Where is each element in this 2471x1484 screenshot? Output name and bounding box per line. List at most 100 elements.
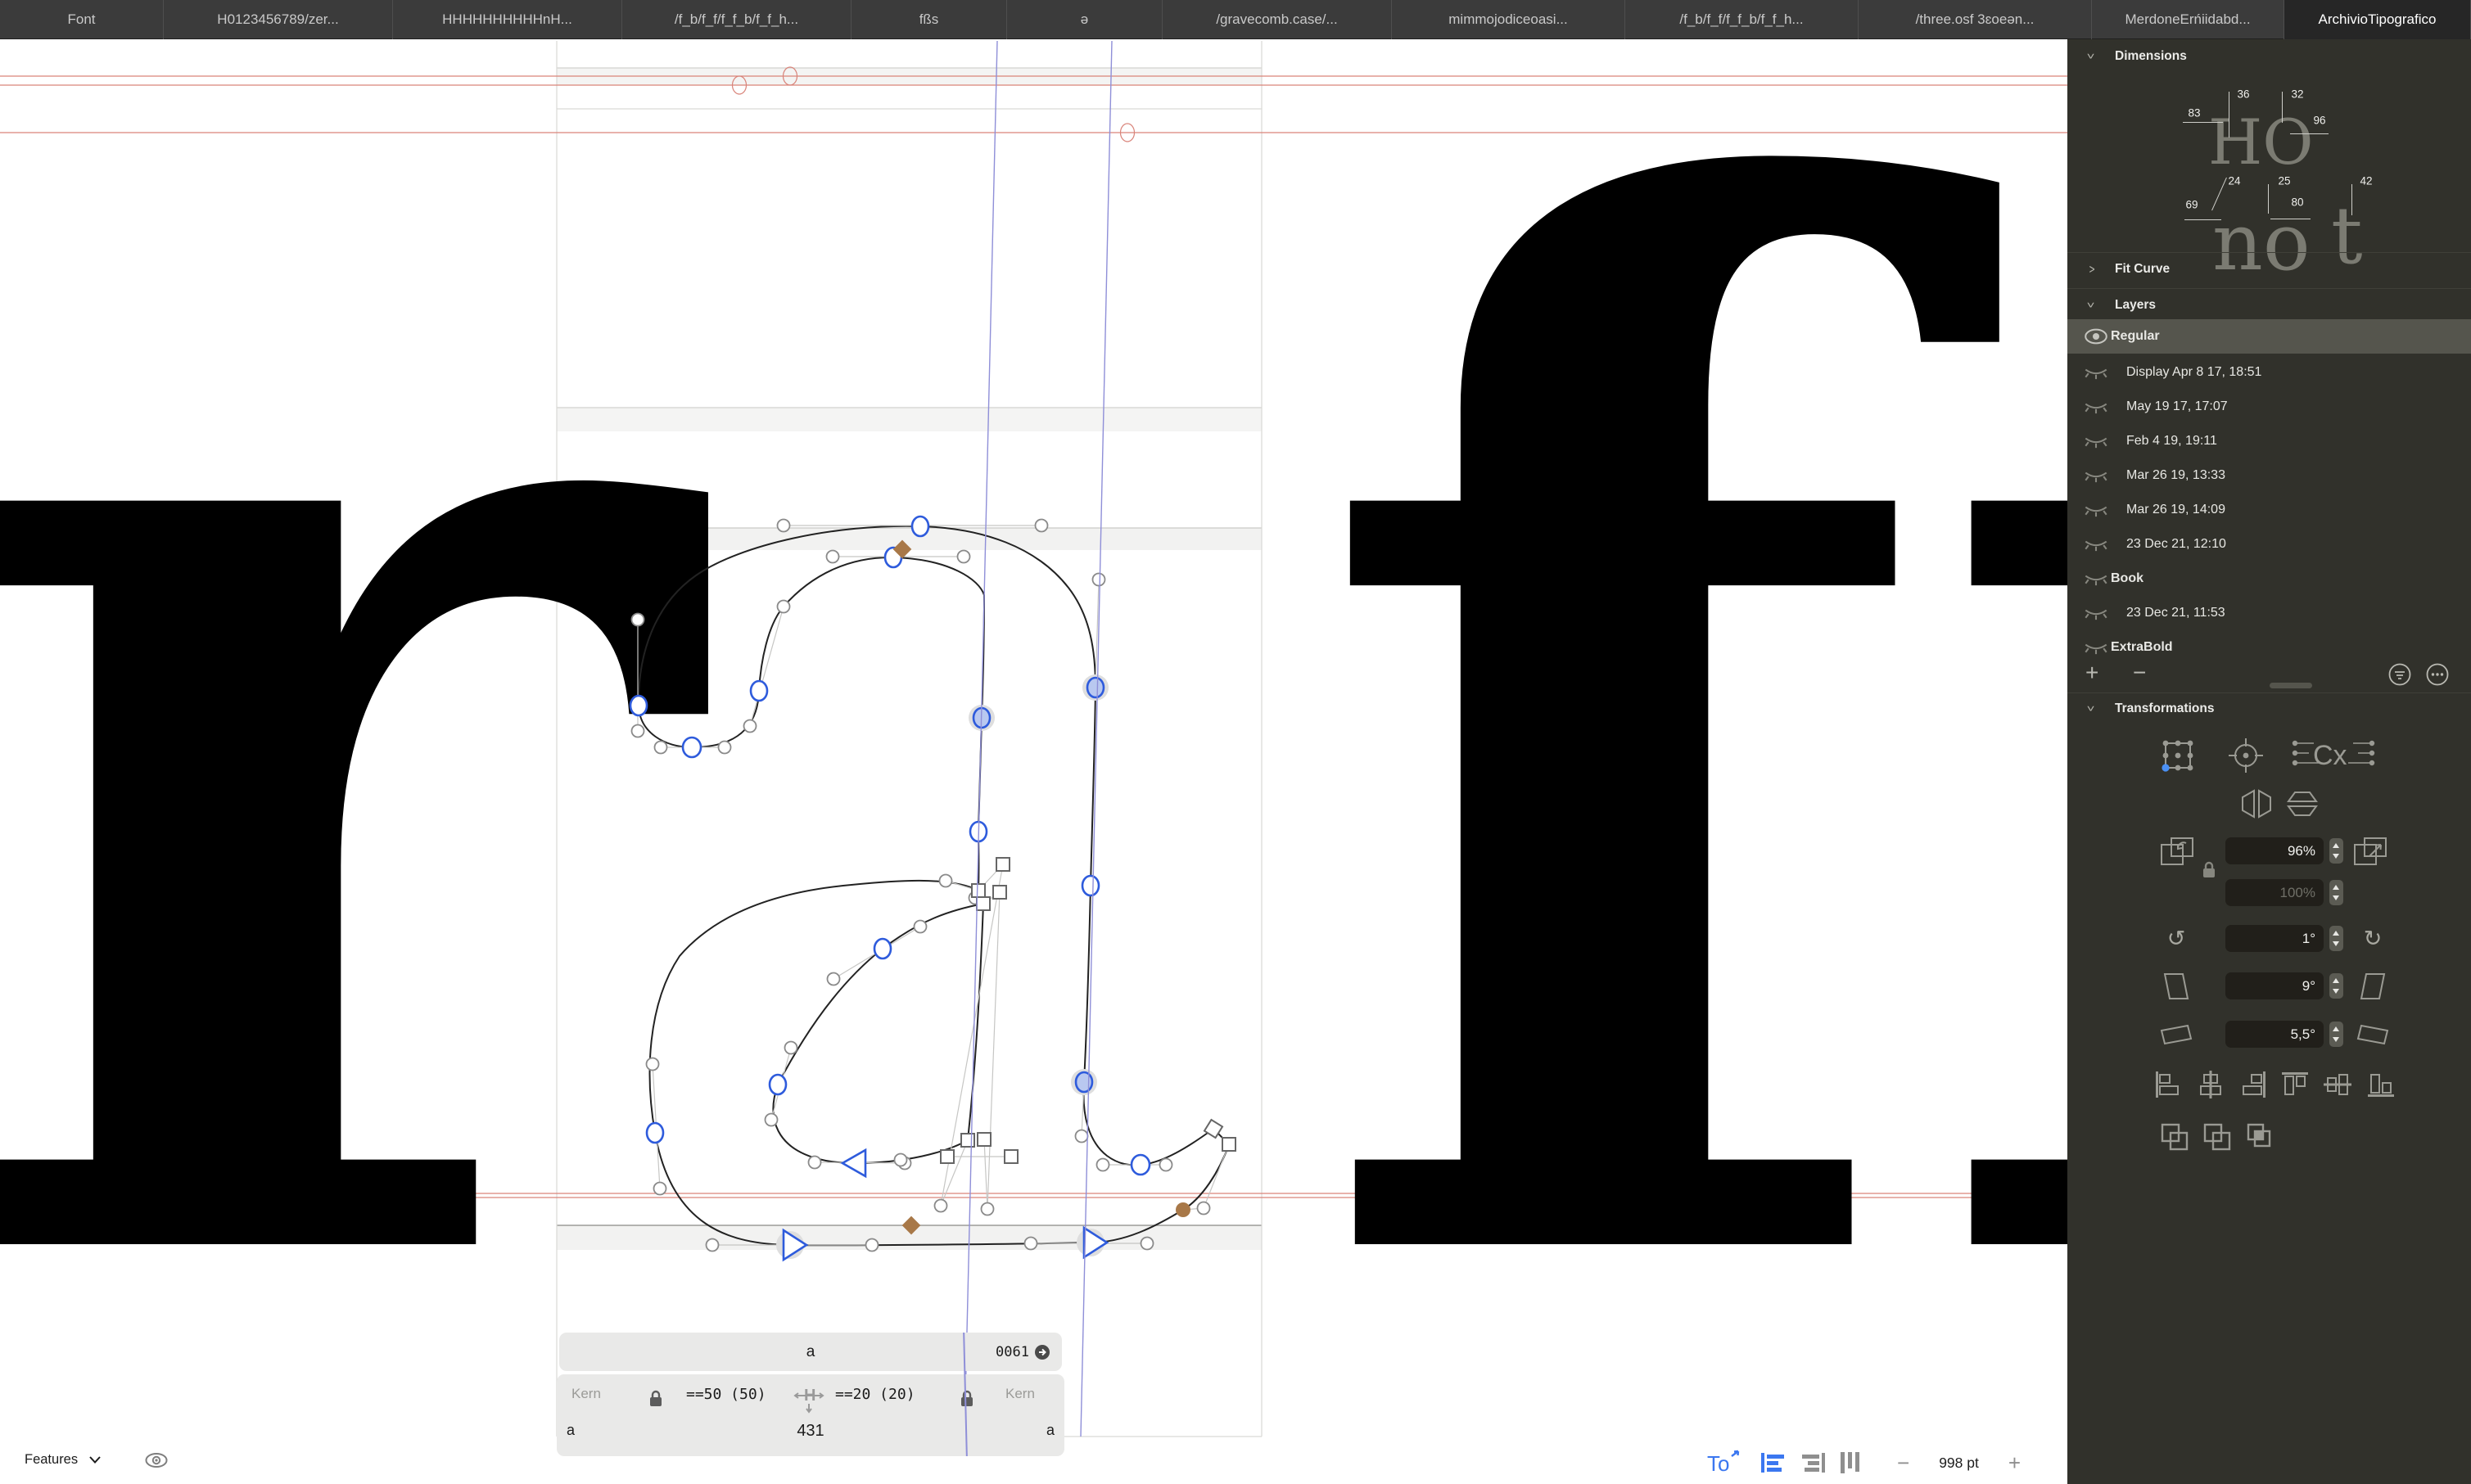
boolean-subtract-icon[interactable]	[2202, 1121, 2234, 1154]
align-right-icon[interactable]	[1800, 1452, 1825, 1473]
boolean-union-icon[interactable]	[2159, 1121, 2192, 1154]
tab-mimmo[interactable]: mimmojodiceoasi...	[1392, 0, 1625, 39]
align-center-horizontal-icon[interactable]	[2197, 1070, 2225, 1099]
terminal-node-brown[interactable]	[1176, 1202, 1190, 1217]
eye-closed-icon[interactable]	[2084, 502, 2108, 518]
layer-row-backup[interactable]: 23 Dec 21, 11:53	[2067, 596, 2471, 630]
zoom-level-value[interactable]: 998 pt	[1939, 1455, 1979, 1472]
rotate-field[interactable]: 1°	[2225, 925, 2324, 952]
flip-horizontal-icon[interactable]	[2240, 789, 2273, 819]
chevron-down-icon[interactable]	[89, 1456, 101, 1464]
skew-stepper[interactable]	[2329, 1022, 2343, 1047]
anchors[interactable]	[893, 540, 1190, 1235]
kern-right-label[interactable]: Kern	[1005, 1386, 1035, 1402]
layer-row-regular[interactable]: Regular	[2067, 319, 2471, 354]
eye-closed-icon[interactable]	[2084, 639, 2108, 656]
transform-origin-grid-icon[interactable]	[2159, 737, 2197, 774]
preview-eye-icon[interactable]	[145, 1453, 168, 1468]
fit-curve-chevron-icon[interactable]: ˅	[2087, 265, 2098, 273]
add-layer-button[interactable]: +	[2085, 660, 2098, 686]
exchange-metrics-icon[interactable]: H	[793, 1383, 825, 1415]
layers-scrollbar-thumb[interactable]	[2270, 683, 2312, 688]
zoom-in-button[interactable]: +	[2008, 1450, 2021, 1476]
edit-canvas[interactable]: serif r fı	[0, 39, 2067, 1484]
skew-left-icon[interactable]	[2160, 1022, 2193, 1047]
oncurve-nodes[interactable]	[630, 516, 1150, 1175]
layer-options-icon[interactable]	[2426, 663, 2449, 686]
remove-layer-button[interactable]: −	[2133, 660, 2146, 686]
outline-outer-contour[interactable]	[639, 526, 1229, 1246]
skew-right-icon[interactable]	[2356, 1022, 2389, 1047]
tab-ligatures-1[interactable]: /f_b/f_f/f_f_b/f_f_h...	[622, 0, 852, 39]
tab-gravecomb[interactable]: /gravecomb.case/...	[1163, 0, 1392, 39]
tab-fss[interactable]: fßs	[852, 0, 1007, 39]
align-left-edges-icon[interactable]	[2154, 1070, 2182, 1099]
tab-ligatures-2[interactable]: /f_b/f_f/f_f_b/f_f_h...	[1625, 0, 1859, 39]
tab-schwa[interactable]: ə	[1007, 0, 1163, 39]
slant-left-icon[interactable]	[2162, 972, 2191, 1000]
layer-row-backup[interactable]: 23 Dec 21, 12:10	[2067, 527, 2471, 562]
layer-row-backup[interactable]: Display Apr 8 17, 18:51	[2067, 355, 2471, 390]
lock-left-icon[interactable]	[648, 1389, 663, 1407]
layer-row-backup[interactable]: Mar 26 19, 14:09	[2067, 493, 2471, 527]
transformations-chevron-icon[interactable]: ˅	[2087, 703, 2095, 715]
boolean-intersect-icon[interactable]	[2245, 1121, 2278, 1154]
eye-closed-icon[interactable]	[2084, 605, 2108, 621]
tab-merdone[interactable]: MerdoneErńiidabd...	[2092, 0, 2284, 39]
tab-spacing[interactable]: HHHHHHHHHHnH...	[393, 0, 622, 39]
scale-up-icon[interactable]	[2353, 835, 2389, 868]
glyph-r[interactable]: r	[0, 39, 722, 1484]
eye-closed-icon[interactable]	[2084, 364, 2108, 381]
filter-layers-icon[interactable]	[2388, 663, 2411, 686]
align-bottom-edges-icon[interactable]	[2366, 1071, 2396, 1098]
kern-left-label[interactable]: Kern	[571, 1386, 601, 1402]
align-left-icon[interactable]	[1761, 1452, 1786, 1473]
eye-open-icon[interactable]	[2084, 328, 2108, 345]
tab-archivio-tipografico[interactable]: ArchivioTipografico	[2284, 0, 2471, 39]
zoom-out-button[interactable]: −	[1897, 1450, 1909, 1476]
vertical-text-icon[interactable]	[1840, 1452, 1861, 1473]
next-glyph-icon[interactable]	[1034, 1344, 1050, 1360]
slant-field[interactable]: 9°	[2225, 972, 2324, 999]
transform-center-icon[interactable]	[2227, 737, 2265, 774]
eye-closed-icon[interactable]	[2084, 571, 2108, 587]
layer-row-backup[interactable]: Mar 26 19, 13:33	[2067, 458, 2471, 493]
eye-closed-icon[interactable]	[2084, 399, 2108, 415]
tab-numerals[interactable]: H0123456789/zer...	[164, 0, 393, 39]
scale-y-stepper[interactable]	[2329, 880, 2343, 905]
align-top-edges-icon[interactable]	[2280, 1071, 2310, 1098]
align-right-edges-icon[interactable]	[2239, 1070, 2267, 1099]
tab-three-osf[interactable]: /three.osf 3ɛoeən...	[1859, 0, 2092, 39]
kern-right-value[interactable]: ==20 (20)	[835, 1386, 915, 1403]
tab-font[interactable]: Font	[0, 0, 164, 39]
edited-glyph-outline[interactable]	[639, 526, 1229, 1246]
glyph-fi-ligature[interactable]: fı	[1306, 39, 2067, 1484]
flip-vertical-icon[interactable]	[2287, 790, 2318, 818]
scale-down-icon[interactable]	[2160, 835, 2196, 868]
eye-closed-icon[interactable]	[2084, 467, 2108, 484]
scale-y-field[interactable]: 100%	[2225, 879, 2324, 906]
layers-chevron-icon[interactable]: ˅	[2087, 300, 2095, 311]
rotate-cw-icon[interactable]: ↻	[2364, 927, 2383, 952]
kern-left-value[interactable]: ==50 (50)	[686, 1386, 766, 1403]
transform-metrics-icon[interactable]: Cx	[2288, 737, 2378, 774]
advance-width-value[interactable]: 431	[557, 1422, 1064, 1441]
scale-x-field[interactable]: 96%	[2225, 837, 2324, 864]
rotate-stepper[interactable]	[2329, 926, 2343, 951]
scale-x-stepper[interactable]	[2329, 838, 2343, 864]
slant-stepper[interactable]	[2329, 973, 2343, 999]
eye-closed-icon[interactable]	[2084, 433, 2108, 449]
layer-row-backup[interactable]: Feb 4 19, 19:11	[2067, 424, 2471, 458]
skew-field[interactable]: 5,5°	[2225, 1021, 2324, 1048]
layer-row-extrabold[interactable]: ExtraBold	[2067, 630, 2471, 665]
kerning-mode-icon[interactable]: To	[1707, 1450, 1743, 1476]
features-label[interactable]: Features	[25, 1452, 78, 1468]
eye-closed-icon[interactable]	[2084, 536, 2108, 553]
layer-row-book[interactable]: Book	[2067, 562, 2471, 596]
rotate-ccw-icon[interactable]: ↺	[2167, 927, 2186, 952]
slant-right-icon[interactable]	[2358, 972, 2387, 1000]
lock-right-icon[interactable]	[960, 1389, 974, 1407]
scale-lock-icon[interactable]	[2202, 860, 2216, 878]
align-center-vertical-icon[interactable]	[2323, 1071, 2352, 1098]
layer-row-backup[interactable]: May 19 17, 17:07	[2067, 390, 2471, 424]
